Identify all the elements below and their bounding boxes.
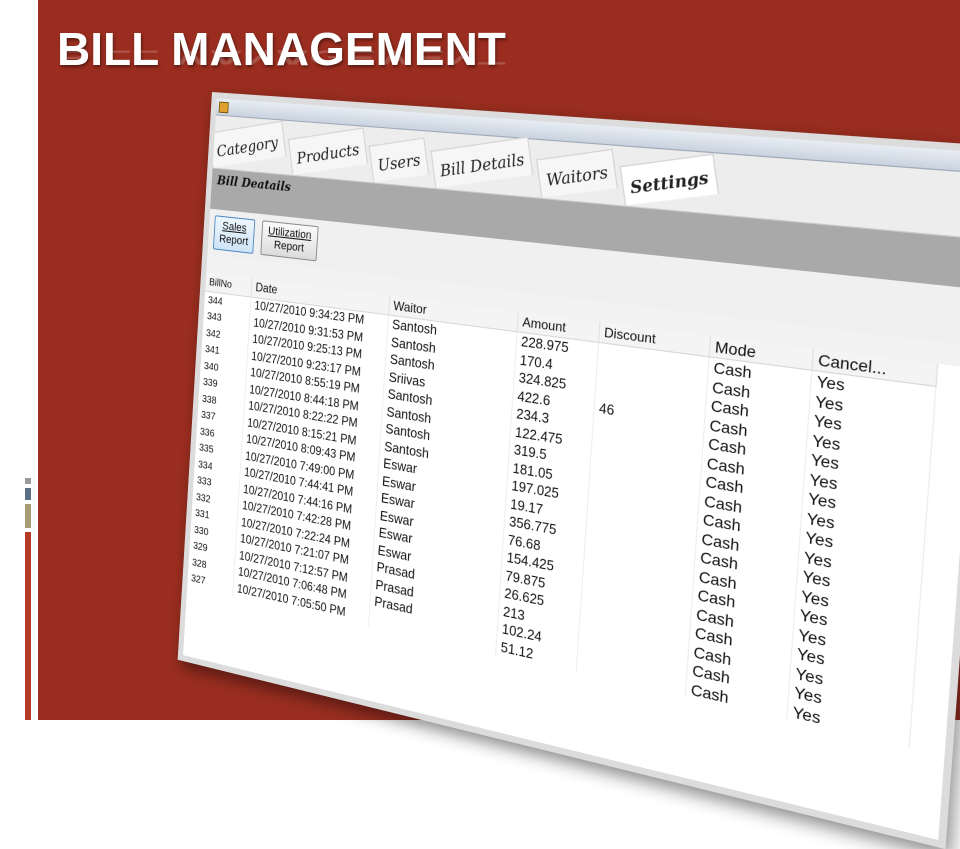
decorative-bar [25,504,31,528]
tab-users[interactable]: Users [368,137,430,183]
left-margin [0,0,38,720]
tab-waitors[interactable]: Waitors [535,148,618,198]
tab-category[interactable]: Category [208,120,287,168]
app-window: Category Products Users Bill Details Wai… [177,92,960,849]
decorative-bar [25,488,31,500]
tab-products[interactable]: Products [287,127,368,175]
section-title: Bill Deatails [216,173,292,195]
decorative-bar [25,478,31,484]
bill-table: BillNo Date Waitor Amount Discount Mode … [187,272,938,748]
app-icon [218,101,229,114]
bill-grid[interactable]: BillNo Date Waitor Amount Discount Mode … [182,272,960,849]
tab-bill-details[interactable]: Bill Details [430,136,534,189]
decorative-bar [25,532,31,720]
slide-title-reflection: BILL MANAGEMENT [57,46,506,70]
utilization-report-button[interactable]: Utilization Report [260,220,319,262]
sales-report-button[interactable]: Sales Report [212,215,256,254]
tab-settings[interactable]: Settings [619,153,719,206]
screenshot-frame: Category Products Users Bill Details Wai… [177,92,960,849]
